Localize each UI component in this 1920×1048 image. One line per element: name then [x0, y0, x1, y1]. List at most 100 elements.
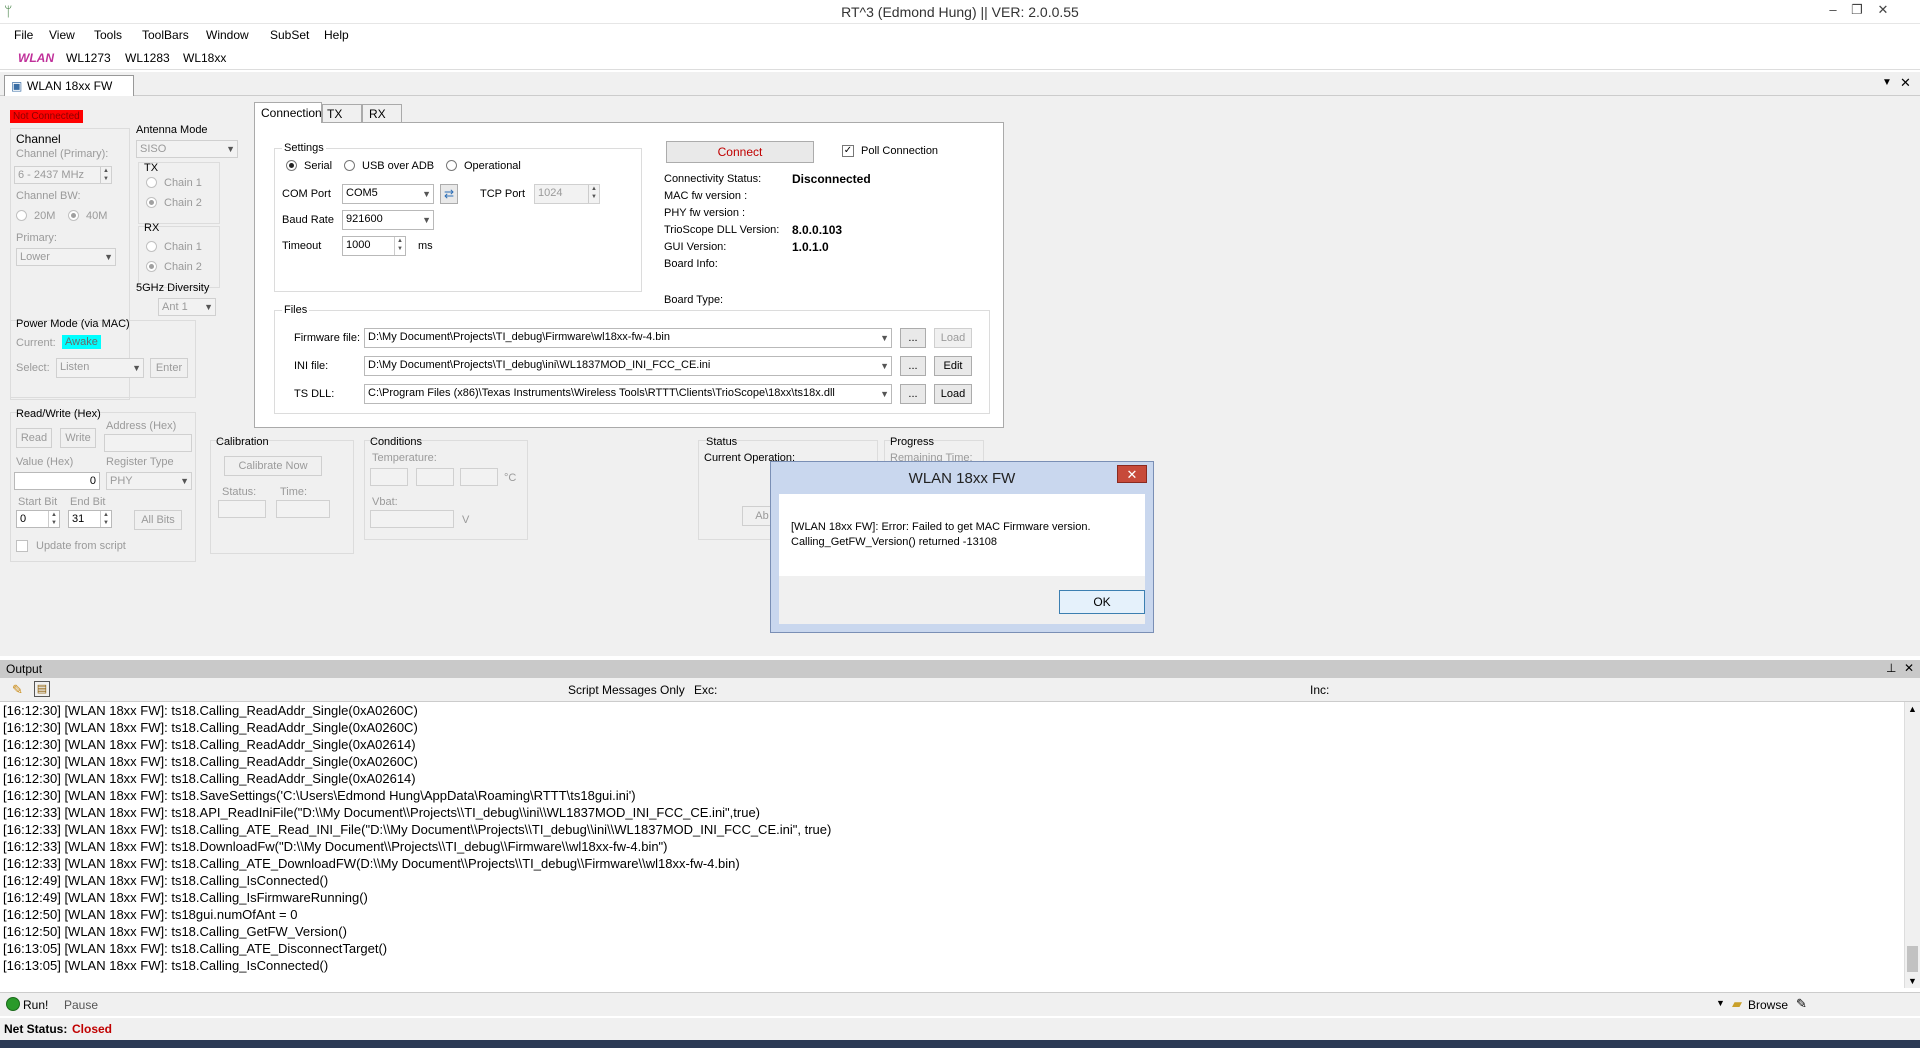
timeout-spinner[interactable]: 1000 ▲ ▼ [342, 236, 406, 256]
diversity-select[interactable]: Ant 1 ▼ [158, 298, 216, 316]
ini-browse-button[interactable]: ... [900, 356, 926, 376]
doc-tab-icon: ▣ [11, 79, 23, 93]
connectivity-status-label: Connectivity Status: [664, 173, 762, 185]
output-toolbar: ✎ ▤ Script Messages Only Exc: Inc: [0, 678, 1920, 702]
menu-file[interactable]: File [14, 28, 33, 42]
pause-button[interactable]: Pause [64, 998, 98, 1012]
edit-script-icon[interactable]: ✎ [1796, 996, 1807, 1012]
all-bits-button[interactable]: All Bits [134, 510, 182, 530]
end-bit-spinner[interactable]: 31 ▲ ▼ [68, 510, 112, 528]
rx-chain2-radio[interactable] [146, 261, 157, 272]
tab-connection[interactable]: Connection [254, 102, 322, 123]
primary-select[interactable]: Lower ▼ [16, 248, 116, 266]
chevron-down-icon: ▼ [422, 215, 431, 225]
log-line: [16:12:33] [WLAN 18xx FW]: ts18.API_Read… [3, 805, 761, 820]
update-from-script-checkbox[interactable] [16, 540, 28, 552]
bw-40m-radio[interactable] [68, 210, 79, 221]
antenna-mode-title: Antenna Mode [136, 124, 208, 136]
firmware-load-button[interactable]: Load [934, 328, 972, 348]
dialog-ok-button[interactable]: OK [1059, 590, 1145, 614]
register-type-select[interactable]: PHY ▼ [106, 472, 192, 490]
power-select[interactable]: Listen ▼ [56, 358, 144, 378]
toolbar-wl18xx[interactable]: WL18xx [183, 51, 226, 65]
toolbar-wl1273[interactable]: WL1273 [66, 51, 111, 65]
pin-icon[interactable]: ⊥ [1886, 661, 1896, 675]
serial-radio[interactable] [286, 160, 297, 171]
address-input[interactable] [104, 434, 192, 452]
tab-tx[interactable]: TX [322, 104, 362, 122]
calibrate-now-button[interactable]: Calibrate Now [224, 456, 322, 476]
menu-help[interactable]: Help [324, 28, 349, 42]
clear-output-icon[interactable]: ✎ [12, 682, 23, 698]
dialog-close-icon[interactable]: ✕ [1117, 465, 1147, 483]
inc-input[interactable] [1334, 681, 1894, 699]
firmware-file-select[interactable]: D:\My Document\Projects\TI_debug\Firmwar… [364, 328, 892, 348]
spinner-arrows-icon: ▲ ▼ [100, 511, 111, 527]
read-button[interactable]: Read [16, 428, 52, 448]
tx-chain2-radio[interactable] [146, 197, 157, 208]
baud-rate-select[interactable]: 921600 ▼ [342, 210, 434, 230]
write-button[interactable]: Write [60, 428, 96, 448]
exc-input[interactable] [718, 681, 1298, 699]
tcp-port-spinner[interactable]: 1024 ▲ ▼ [534, 184, 600, 204]
restore-icon[interactable]: ❐ [1846, 2, 1868, 20]
refresh-com-icon[interactable]: ⇄ [440, 184, 458, 204]
minimize-icon[interactable]: – [1822, 2, 1844, 20]
run-bar: Run! Pause ▼ ▰ Browse ✎ [0, 992, 1920, 1016]
conditions-title: Conditions [370, 436, 422, 448]
usb-adb-label: USB over ADB [362, 160, 435, 172]
start-bit-spinner[interactable]: 0 ▲ ▼ [16, 510, 60, 528]
bw-20m-radio[interactable] [16, 210, 27, 221]
ts-dll-select[interactable]: C:\Program Files (x86)\Texas Instruments… [364, 384, 892, 404]
toolbar-wlan[interactable]: WLAN [18, 51, 54, 65]
operational-radio[interactable] [446, 160, 457, 171]
ts-dll-load-button[interactable]: Load [934, 384, 972, 404]
log-line: [16:12:30] [WLAN 18xx FW]: ts18.Calling_… [3, 703, 418, 718]
scroll-up-icon[interactable]: ▲ [1908, 704, 1917, 714]
run-button[interactable]: Run! [23, 998, 48, 1012]
tab-rx[interactable]: RX [362, 104, 402, 122]
output-close-icon[interactable]: ✕ [1904, 661, 1914, 675]
log-scrollbar[interactable]: ▲ ▼ [1904, 702, 1920, 988]
scroll-thumb[interactable] [1907, 946, 1918, 972]
settings-title: Settings [282, 142, 326, 154]
usb-adb-radio[interactable] [344, 160, 355, 171]
subset-toolbar: WLAN WL1273 WL1283 WL18xx [0, 46, 1920, 70]
rx-chain1-radio[interactable] [146, 241, 157, 252]
save-output-icon[interactable]: ▤ [34, 681, 50, 697]
antenna-mode-select[interactable]: SISO ▼ [136, 140, 238, 158]
board-info-label: Board Info: [664, 258, 718, 270]
channel-primary-spinner[interactable]: 6 - 2437 MHz ▲ ▼ [14, 166, 112, 184]
close-icon[interactable]: ✕ [1872, 2, 1894, 20]
chevron-down-icon: ▼ [132, 363, 141, 373]
folder-icon: ▰ [1732, 996, 1742, 1011]
doc-close-icon[interactable]: ✕ [1900, 75, 1911, 91]
com-port-select[interactable]: COM5 ▼ [342, 184, 434, 204]
script-messages-only-toggle[interactable]: Script Messages Only [568, 683, 685, 697]
poll-connection-label: Poll Connection [861, 145, 939, 157]
tab-list-chevron-icon[interactable]: ▼ [1882, 77, 1892, 88]
connect-button[interactable]: Connect [666, 141, 814, 163]
tx-chain1-radio[interactable] [146, 177, 157, 188]
toolbar-wl1283[interactable]: WL1283 [125, 51, 170, 65]
power-enter-button[interactable]: Enter [150, 358, 188, 378]
menu-toolbars[interactable]: ToolBars [142, 28, 189, 42]
value-input[interactable]: 0 [14, 472, 100, 490]
menu-tools[interactable]: Tools [94, 28, 122, 42]
phy-fw-version-label: PHY fw version : [664, 207, 746, 219]
read-write-title: Read/Write (Hex) [16, 408, 101, 420]
output-log[interactable]: [16:12:30] [WLAN 18xx FW]: ts18.Calling_… [0, 702, 1904, 988]
poll-connection-checkbox[interactable]: ✓ [842, 145, 854, 157]
menu-subset[interactable]: SubSet [270, 28, 309, 42]
menu-view[interactable]: View [49, 28, 75, 42]
menu-window[interactable]: Window [206, 28, 249, 42]
browse-chevron-icon[interactable]: ▼ [1716, 998, 1725, 1008]
ts-dll-browse-button[interactable]: ... [900, 384, 926, 404]
browse-button[interactable]: Browse [1748, 998, 1788, 1012]
ini-edit-button[interactable]: Edit [934, 356, 972, 376]
firmware-browse-button[interactable]: ... [900, 328, 926, 348]
ini-file-select[interactable]: D:\My Document\Projects\TI_debug\ini\WL1… [364, 356, 892, 376]
doc-tab-wlan18xx[interactable]: ▣ WLAN 18xx FW [4, 75, 134, 96]
scroll-down-icon[interactable]: ▼ [1908, 976, 1917, 986]
rx-chain2-label: Chain 2 [164, 261, 202, 273]
